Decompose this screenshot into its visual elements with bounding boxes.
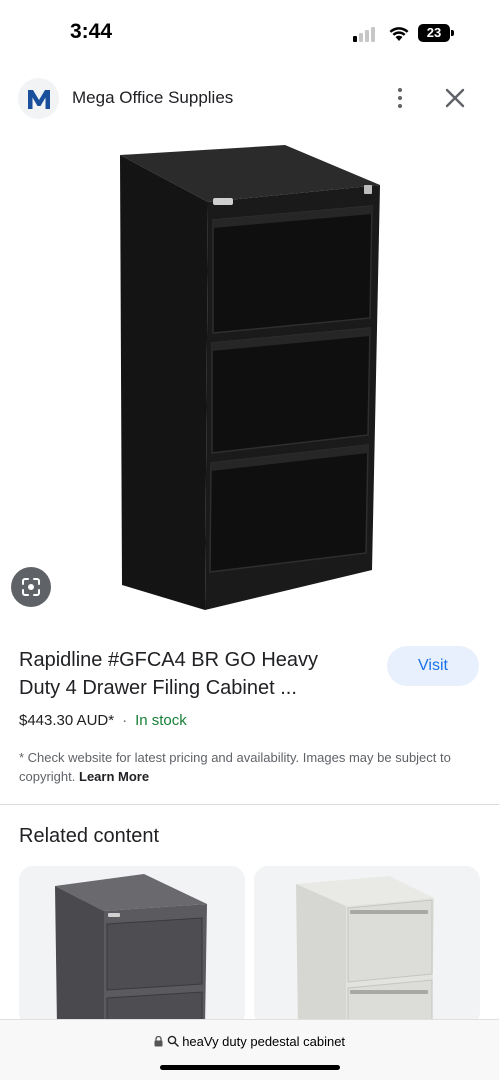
home-indicator[interactable] [160,1065,340,1070]
more-options-button[interactable] [386,84,414,112]
lens-icon [22,578,40,596]
battery-icon: 23 [418,24,454,42]
divider [0,804,499,805]
related-content-heading: Related content [19,825,160,847]
related-image [296,876,434,1026]
product-image[interactable] [100,140,400,615]
url-text: heaVy duty pedestal cabinet [182,1034,346,1049]
status-time: 3:44 [70,20,113,43]
related-card-white-cabinet[interactable] [254,866,480,1026]
visual-search-button[interactable] [11,567,51,607]
mega-logo-icon [27,89,50,109]
url-row[interactable]: heaVy duty pedestal cabinet [0,1034,499,1049]
close-button[interactable] [441,84,469,112]
disclaimer: * Check website for latest pricing and a… [19,748,481,786]
lock-icon [154,1035,163,1047]
stock-status: In stock [135,712,187,729]
separator-dot: · [122,712,128,729]
site-logo[interactable] [18,78,59,119]
cellular-signal-icon [353,26,379,42]
wifi-icon [389,27,409,41]
related-image [55,874,207,1026]
status-bar: 3:44 23 [0,0,499,62]
search-icon [167,1035,179,1047]
more-vert-icon [398,88,402,92]
battery-level: 23 [418,24,450,42]
learn-more-link[interactable]: Learn More [79,769,149,784]
related-card-grey-cabinet[interactable] [19,866,245,1026]
site-name[interactable]: Mega Office Supplies [72,88,233,108]
price: $443.30 AUD* [19,712,115,729]
browser-address-bar[interactable]: heaVy duty pedestal cabinet [0,1019,499,1080]
product-title[interactable]: Rapidline #GFCA4 BR GO Heavy Duty 4 Draw… [19,646,364,702]
source-header: Mega Office Supplies [0,76,499,122]
price-row: $443.30 AUD* · In stock [19,712,187,729]
visit-button[interactable]: Visit [387,646,479,686]
